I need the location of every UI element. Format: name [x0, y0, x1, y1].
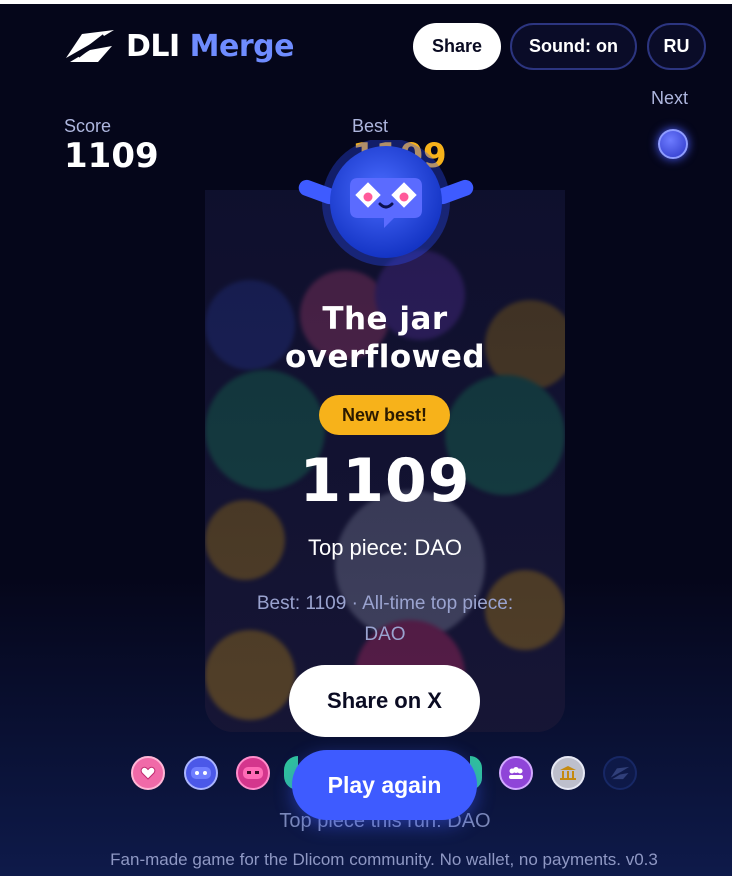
evolution-dlicom-logo-icon: [603, 756, 637, 790]
game-over-title-line1: The jar: [322, 301, 448, 337]
app-logo: DLI Merge: [64, 28, 294, 64]
score-value: 1109: [64, 136, 159, 176]
footer-text: Fan-made game for the Dlicom community. …: [110, 850, 658, 869]
best-label: Best: [352, 116, 389, 136]
logo-text-primary: DLI: [126, 28, 180, 64]
evolution-robot-icon: [184, 756, 218, 790]
next-piece-icon: [658, 129, 688, 159]
best-summary: Best: 1109 · All-time top piece: DAO: [225, 588, 545, 650]
game-over-title-line2: overflowed: [284, 339, 486, 375]
dlicom-logo-icon: [66, 30, 114, 62]
robot-mascot-icon: [298, 140, 474, 266]
language-button[interactable]: RU: [647, 23, 706, 70]
final-score: 1109: [299, 446, 471, 516]
top-border: [0, 0, 732, 4]
new-best-badge: New best!: [319, 395, 450, 435]
next-label: Next: [651, 88, 689, 108]
app-title: DLI Merge: [126, 29, 294, 64]
evolution-heart-icon: [131, 756, 165, 790]
play-again-button[interactable]: Play again: [292, 750, 477, 820]
score-label: Score: [64, 116, 112, 136]
top-piece-text: Top piece: DAO: [307, 535, 463, 560]
evolution-pink-robot-icon: [236, 756, 270, 790]
best-summary-line1: Best: 1109 · All-time top piece:: [256, 593, 514, 614]
best-summary-line2: DAO: [364, 624, 406, 645]
evolution-community-icon: [499, 756, 533, 790]
game-over-title: The jar overflowed: [205, 300, 565, 376]
sound-toggle-button[interactable]: Sound: on: [510, 23, 637, 70]
evolution-dao-bank-icon: [551, 756, 585, 790]
share-button[interactable]: Share: [413, 23, 501, 70]
share-on-x-button[interactable]: Share on X: [289, 665, 480, 737]
logo-text-accent: Merge: [189, 28, 295, 64]
